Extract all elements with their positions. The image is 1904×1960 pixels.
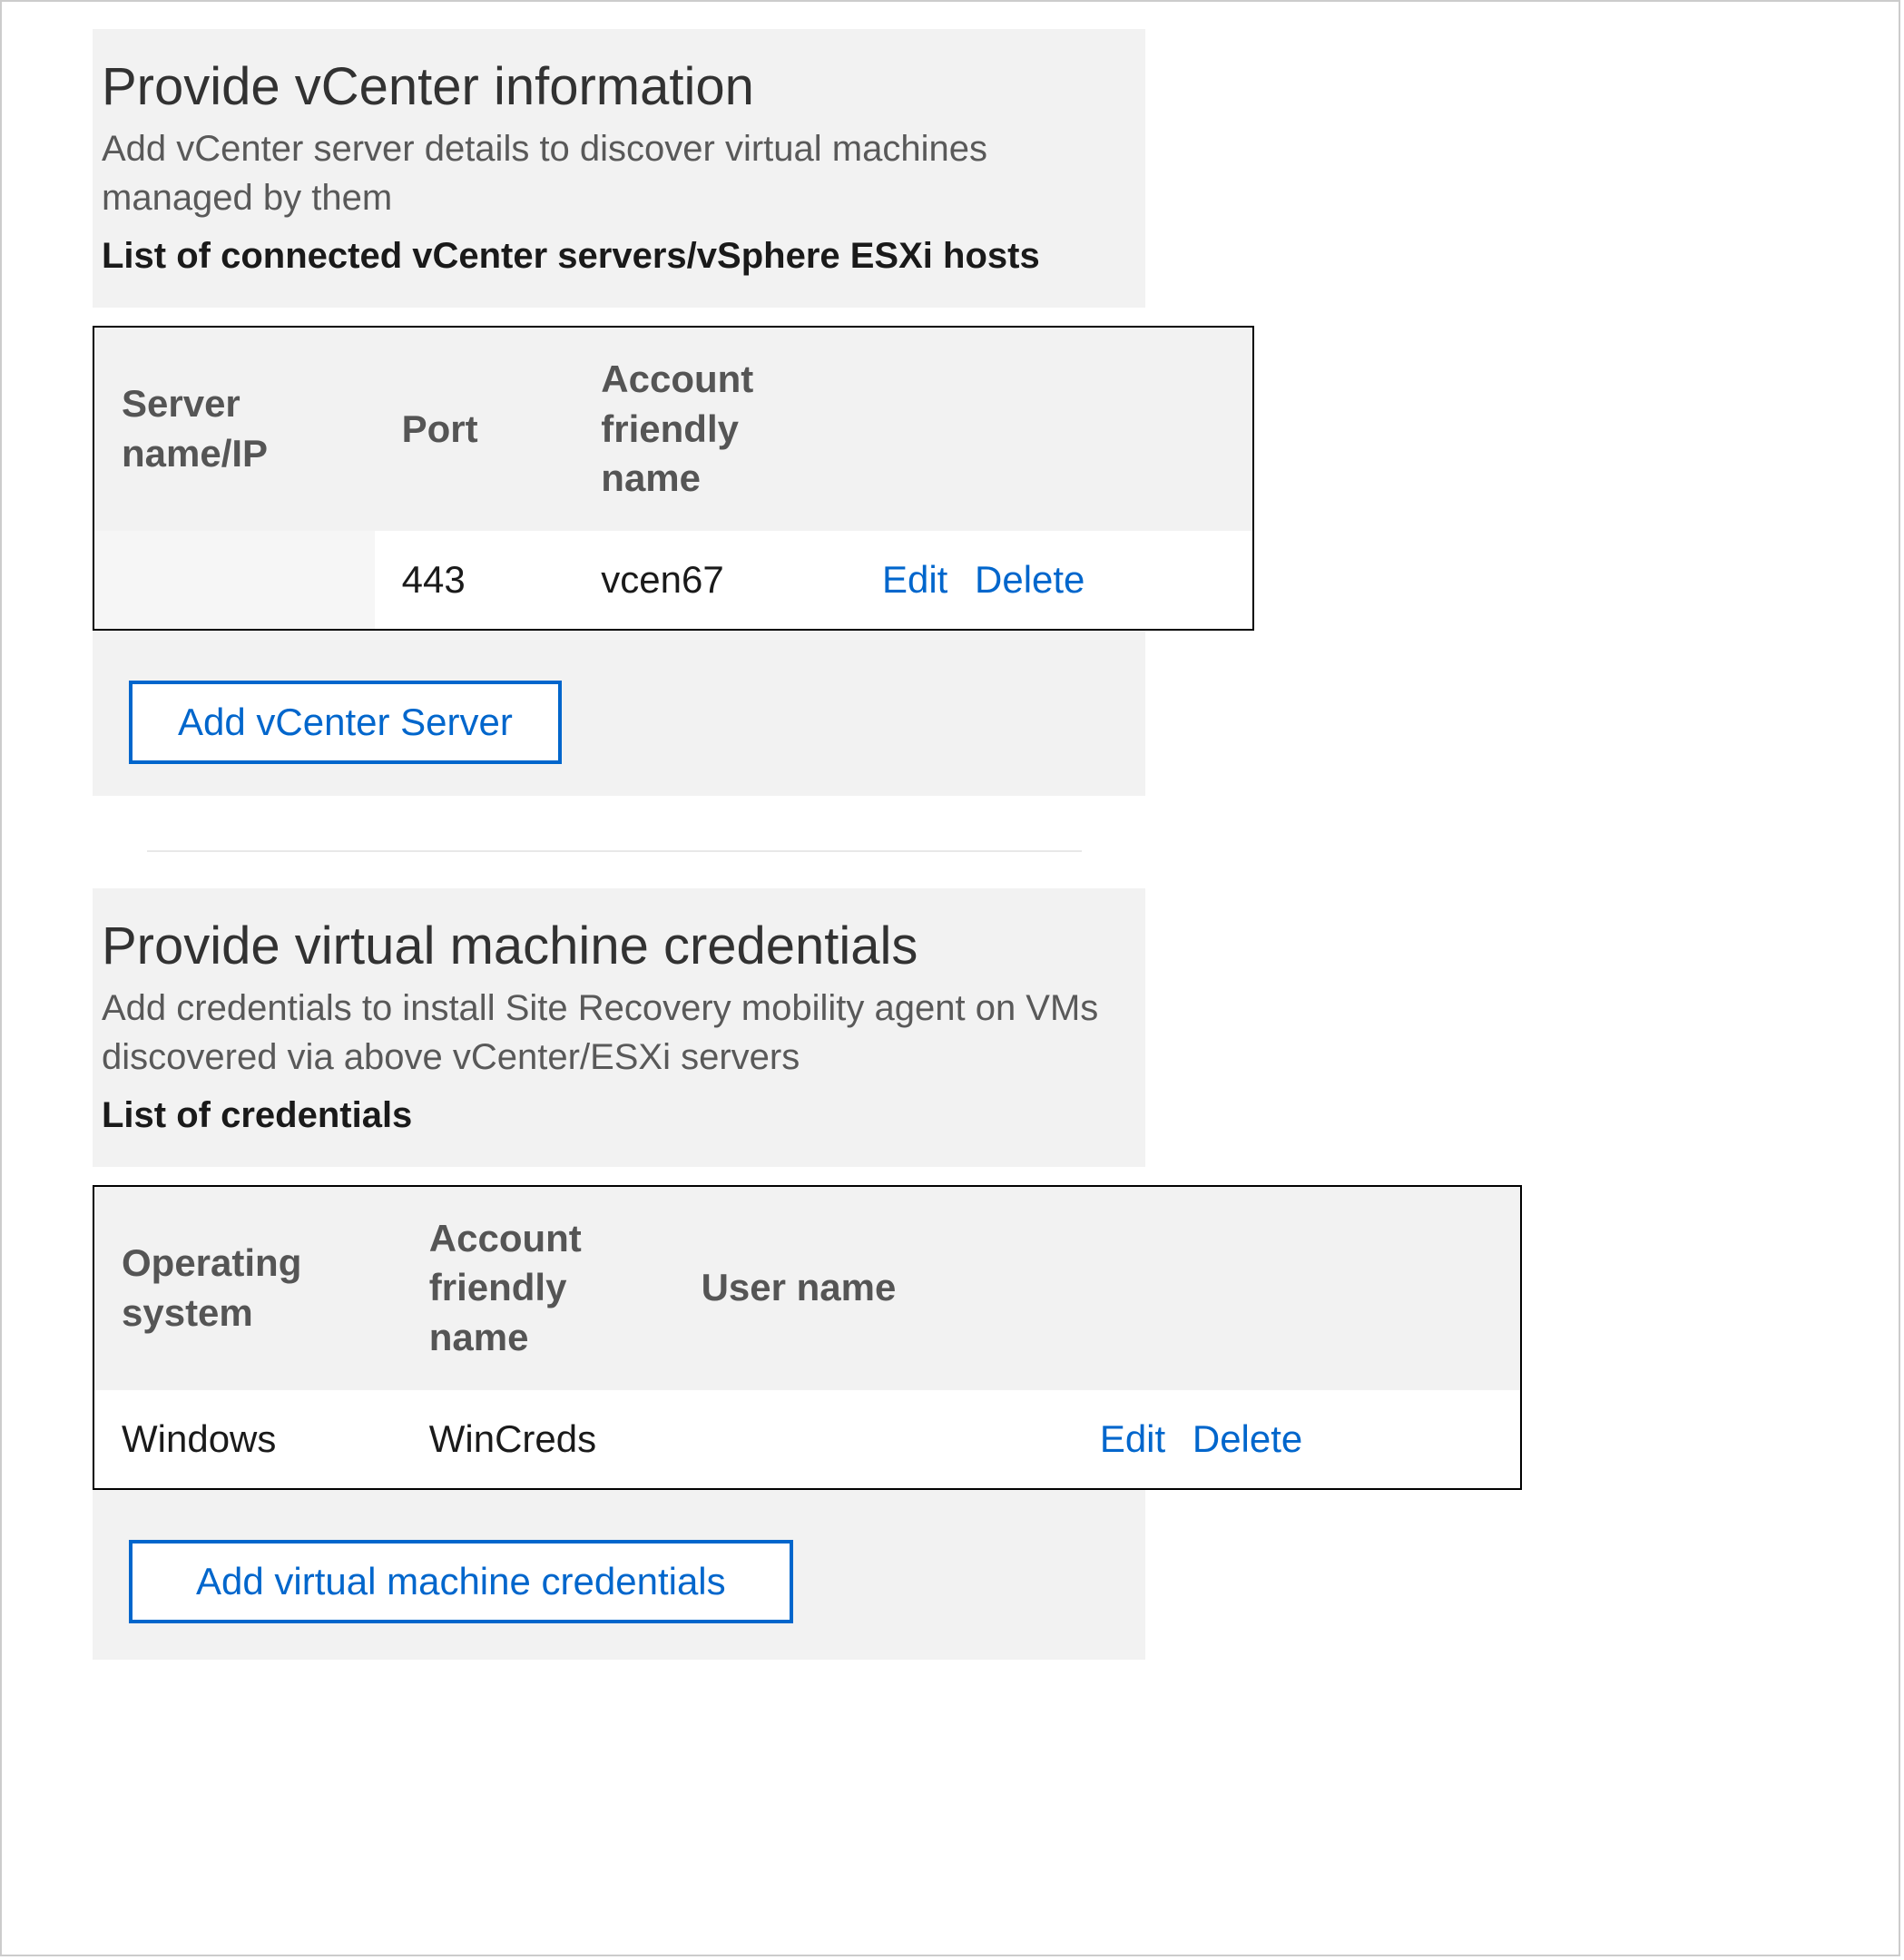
vcenter-header-row: Server name/IP Port Account friendly nam…: [93, 327, 1253, 531]
add-vcenter-button[interactable]: Add vCenter Server: [129, 681, 562, 764]
vcenter-panel: Provide vCenter information Add vCenter …: [93, 29, 1145, 308]
vcenter-title: Provide vCenter information: [93, 56, 1118, 117]
vcenter-description: Add vCenter server details to discover v…: [93, 124, 1118, 222]
cell-account-name: vcen67: [574, 531, 855, 630]
cell-actions: Edit Delete: [855, 531, 1253, 630]
col-port: Port: [375, 327, 574, 531]
table-row: 443 vcen67 Edit Delete: [93, 531, 1253, 630]
vm-creds-add-row: Add virtual machine credentials: [93, 1490, 1145, 1660]
add-vm-creds-button[interactable]: Add virtual machine credentials: [129, 1540, 793, 1623]
cell-server-name: [93, 531, 375, 630]
col-actions-2: [1073, 1186, 1521, 1390]
vcenter-add-row: Add vCenter Server: [93, 631, 1145, 796]
table-row: Windows WinCreds Edit Delete: [93, 1390, 1521, 1489]
content-area: Provide vCenter information Add vCenter …: [2, 2, 1899, 1741]
delete-link[interactable]: Delete: [975, 558, 1084, 601]
vm-creds-description: Add credentials to install Site Recovery…: [93, 984, 1118, 1082]
cell-actions-2: Edit Delete: [1073, 1390, 1521, 1489]
col-account-friendly: Account friendly name: [402, 1186, 674, 1390]
cell-username: [674, 1390, 1073, 1489]
delete-link[interactable]: Delete: [1192, 1417, 1302, 1460]
vm-creds-table: Operating system Account friendly name U…: [93, 1185, 1522, 1490]
edit-link[interactable]: Edit: [1100, 1417, 1165, 1460]
vcenter-section: Provide vCenter information Add vCenter …: [93, 29, 1808, 796]
cell-account-friendly: WinCreds: [402, 1390, 674, 1489]
vcenter-table-wrap: Server name/IP Port Account friendly nam…: [93, 326, 1808, 631]
col-server-name: Server name/IP: [93, 327, 375, 531]
cell-port: 443: [375, 531, 574, 630]
col-username: User name: [674, 1186, 1073, 1390]
vm-creds-title: Provide virtual machine credentials: [93, 916, 1118, 976]
vm-creds-header-row: Operating system Account friendly name U…: [93, 1186, 1521, 1390]
cell-os: Windows: [93, 1390, 402, 1489]
col-actions: [855, 327, 1253, 531]
vm-creds-section: Provide virtual machine credentials Add …: [93, 888, 1808, 1660]
vm-creds-table-wrap: Operating system Account friendly name U…: [93, 1185, 1808, 1490]
section-separator: [147, 850, 1082, 852]
config-page-frame: Provide vCenter information Add vCenter …: [0, 0, 1900, 1956]
col-os: Operating system: [93, 1186, 402, 1390]
vm-creds-panel: Provide virtual machine credentials Add …: [93, 888, 1145, 1167]
edit-link[interactable]: Edit: [882, 558, 947, 601]
vcenter-table: Server name/IP Port Account friendly nam…: [93, 326, 1254, 631]
col-account-name: Account friendly name: [574, 327, 855, 531]
vm-creds-list-label: List of credentials: [93, 1091, 1118, 1140]
vcenter-list-label: List of connected vCenter servers/vSpher…: [93, 231, 1118, 280]
